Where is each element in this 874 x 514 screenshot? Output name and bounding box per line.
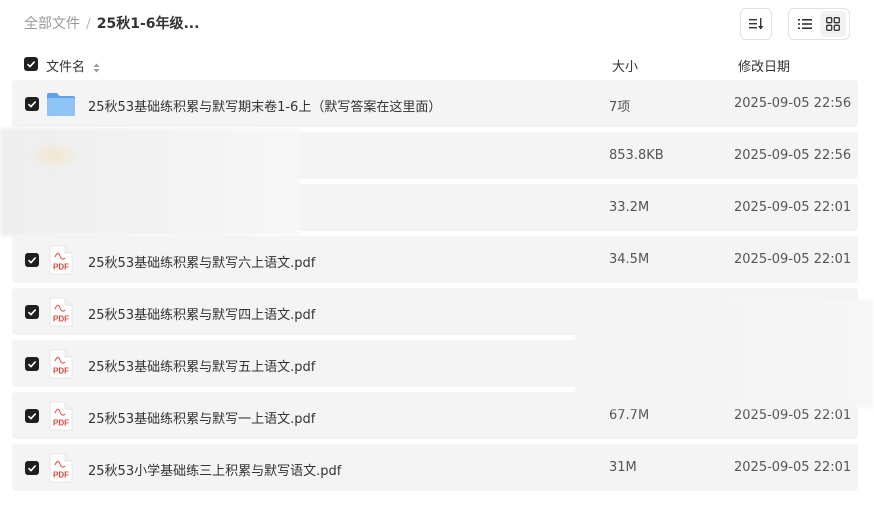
row-checkbox[interactable] [25, 97, 39, 111]
folder-icon [47, 93, 75, 116]
pdf-file-icon: PDF [49, 453, 73, 483]
column-header-date[interactable]: 修改日期 [738, 56, 790, 75]
file-name[interactable]: 25秋53基础练积累与默写六上语文.pdf [88, 252, 315, 271]
row-checkbox[interactable] [25, 305, 39, 319]
check-icon [27, 257, 37, 264]
svg-text:PDF: PDF [53, 263, 69, 272]
file-date: 2025-09-05 22:01 [734, 200, 852, 215]
top-bar: 全部文件 / 25秋1-6年级... [0, 0, 874, 48]
file-name[interactable]: 25秋53小学基础练三上积累与默写语文.pdf [88, 460, 341, 479]
grid-view-button[interactable] [820, 11, 846, 37]
file-size: 34.5M [609, 252, 650, 267]
pdf-file-icon: PDF [49, 401, 73, 431]
svg-text:PDF: PDF [53, 315, 69, 324]
file-name[interactable]: 25秋53基础练积累与默写五上语文.pdf [88, 356, 315, 375]
file-size: 853.8KB [609, 148, 664, 163]
file-name[interactable]: 25秋53基础练积累与默写四上语文.pdf [88, 304, 315, 323]
select-all-checkbox[interactable] [24, 57, 38, 71]
column-header-size[interactable]: 大小 [612, 56, 638, 75]
breadcrumb-root[interactable]: 全部文件 [24, 16, 80, 32]
pdf-file-icon: PDF [49, 245, 73, 275]
view-toggle [788, 8, 850, 40]
svg-text:PDF: PDF [53, 419, 69, 428]
table-row[interactable]: 25秋53基础练积累与默写期末卷1-6上（默写答案在这里面） 7项 2025-0… [12, 80, 858, 127]
file-date: 2025-09-05 22:01 [734, 252, 852, 267]
row-checkbox[interactable] [25, 409, 39, 423]
file-size: 7项 [609, 100, 631, 115]
file-size: 33.2M [609, 200, 650, 215]
file-size: 31M [609, 460, 637, 475]
breadcrumb: 全部文件 / 25秋1-6年级... [24, 15, 199, 33]
redaction-overlay [575, 300, 874, 408]
breadcrumb-current: 25秋1-6年级... [96, 16, 200, 32]
redaction-overlay-tint [30, 140, 80, 170]
table-row[interactable]: PDF 25秋53小学基础练三上积累与默写语文.pdf 31M 2025-09-… [12, 444, 858, 491]
file-size: 67.7M [609, 408, 650, 423]
sort-caret-icon [93, 63, 100, 72]
check-icon [27, 413, 37, 420]
list-view-button[interactable] [792, 11, 818, 37]
list-view-icon [798, 19, 812, 29]
sort-icon [749, 18, 764, 30]
file-date: 2025-09-05 22:56 [734, 148, 852, 163]
pdf-file-icon: PDF [49, 297, 73, 327]
check-icon [27, 101, 37, 108]
row-checkbox[interactable] [25, 461, 39, 475]
breadcrumb-separator: / [86, 16, 91, 32]
svg-text:PDF: PDF [53, 471, 69, 480]
check-icon [27, 465, 37, 472]
file-date: 2025-09-05 22:01 [734, 460, 852, 475]
svg-text:PDF: PDF [53, 367, 69, 376]
table-header: 文件名 大小 修改日期 [12, 52, 858, 78]
row-checkbox[interactable] [25, 357, 39, 371]
pdf-file-icon: PDF [49, 349, 73, 379]
check-icon [26, 61, 36, 68]
check-icon [27, 309, 37, 316]
file-date: 2025-09-05 22:01 [734, 408, 852, 423]
grid-view-icon [826, 17, 840, 31]
file-name[interactable]: 25秋53基础练积累与默写期末卷1-6上（默写答案在这里面） [88, 96, 441, 115]
file-date: 2025-09-05 22:56 [734, 96, 852, 111]
table-row[interactable]: PDF 25秋53基础练积累与默写六上语文.pdf 34.5M 2025-09-… [12, 236, 858, 283]
file-name[interactable]: 25秋53基础练积累与默写一上语文.pdf [88, 408, 315, 427]
column-header-name-label: 文件名 [46, 60, 86, 75]
column-header-name[interactable]: 文件名 [46, 56, 100, 75]
check-icon [27, 361, 37, 368]
sort-button[interactable] [740, 8, 772, 40]
row-checkbox[interactable] [25, 253, 39, 267]
